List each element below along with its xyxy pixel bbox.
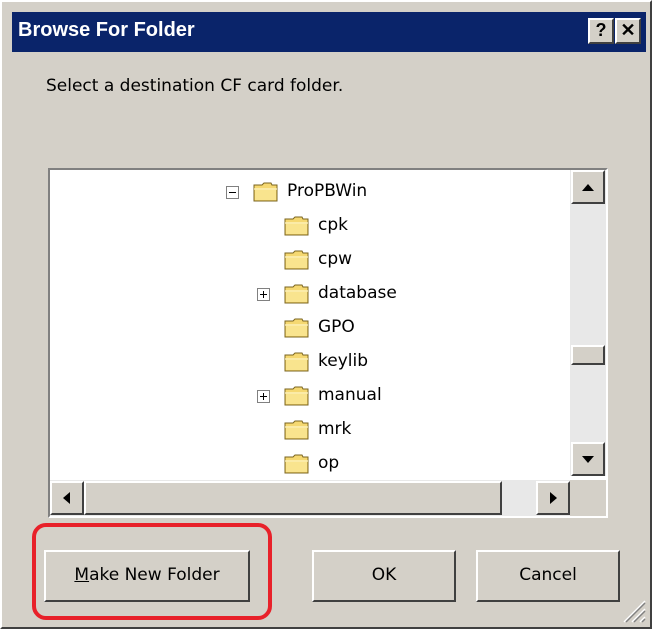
close-button[interactable]: ✕ [615,18,641,44]
tree-item[interactable]: manual [50,380,570,414]
folder-tree[interactable]: ProPBWin cpk cpw database GPO keylib manual mrk… [48,168,608,518]
tree-item[interactable]: ProPBWin [50,176,570,210]
tree-item-label: cpk [318,215,348,235]
folder-icon [284,250,309,270]
tree-item-label: database [318,283,397,303]
tree-item-label: manual [318,385,382,405]
cancel-button[interactable]: Cancel [476,550,620,602]
tree-item-label: ProPBWin [287,181,368,201]
tree-item-label: keylib [318,351,368,371]
folder-icon [284,454,309,474]
tree-item[interactable]: GPO [50,312,570,346]
horizontal-scrollbar[interactable] [50,480,570,516]
tree-item[interactable]: op [50,448,570,476]
vertical-scroll-thumb[interactable] [571,345,605,365]
close-icon: ✕ [620,20,636,40]
scroll-up-button[interactable] [571,170,605,204]
tree-item[interactable]: cpk [50,210,570,244]
tree-item-label: mrk [318,419,352,439]
instruction-text: Select a destination CF card folder. [46,76,344,96]
scroll-right-button[interactable] [536,481,570,515]
tree-item[interactable]: keylib [50,346,570,380]
folder-icon [253,182,278,202]
collapse-minus-icon[interactable] [226,186,239,199]
tree-item-label: GPO [318,317,355,337]
scrollbar-corner [570,480,606,516]
browse-for-folder-dialog: Browse For Folder ? ✕ Select a destinati… [0,0,652,629]
expand-plus-icon[interactable] [257,288,270,301]
tree-item-label: cpw [318,249,353,269]
folder-icon [284,420,309,440]
tree-item-label: op [318,453,340,473]
folder-tree-list: ProPBWin cpk cpw database GPO keylib manual mrk… [50,170,570,476]
scroll-down-button[interactable] [571,442,605,476]
highlight-callout [32,523,272,620]
folder-icon [284,386,309,406]
arrow-up-icon [582,184,594,191]
arrow-right-icon [550,492,557,504]
horizontal-scroll-thumb[interactable] [84,481,502,515]
ok-button[interactable]: OK [312,550,456,602]
window-title: Browse For Folder [18,19,195,41]
help-button[interactable]: ? [588,18,614,44]
title-bar[interactable]: Browse For Folder ? ✕ [12,12,646,52]
arrow-left-icon [63,492,70,504]
folder-icon [284,284,309,304]
folder-icon [284,352,309,372]
arrow-down-icon [582,456,594,463]
resize-grip-icon[interactable] [620,597,646,623]
vertical-scrollbar[interactable] [570,170,606,476]
tree-item[interactable]: database [50,278,570,312]
scroll-left-button[interactable] [50,481,84,515]
tree-item[interactable]: cpw [50,244,570,278]
expand-plus-icon[interactable] [257,390,270,403]
folder-icon [284,318,309,338]
tree-item[interactable]: mrk [50,414,570,448]
folder-icon [284,216,309,236]
